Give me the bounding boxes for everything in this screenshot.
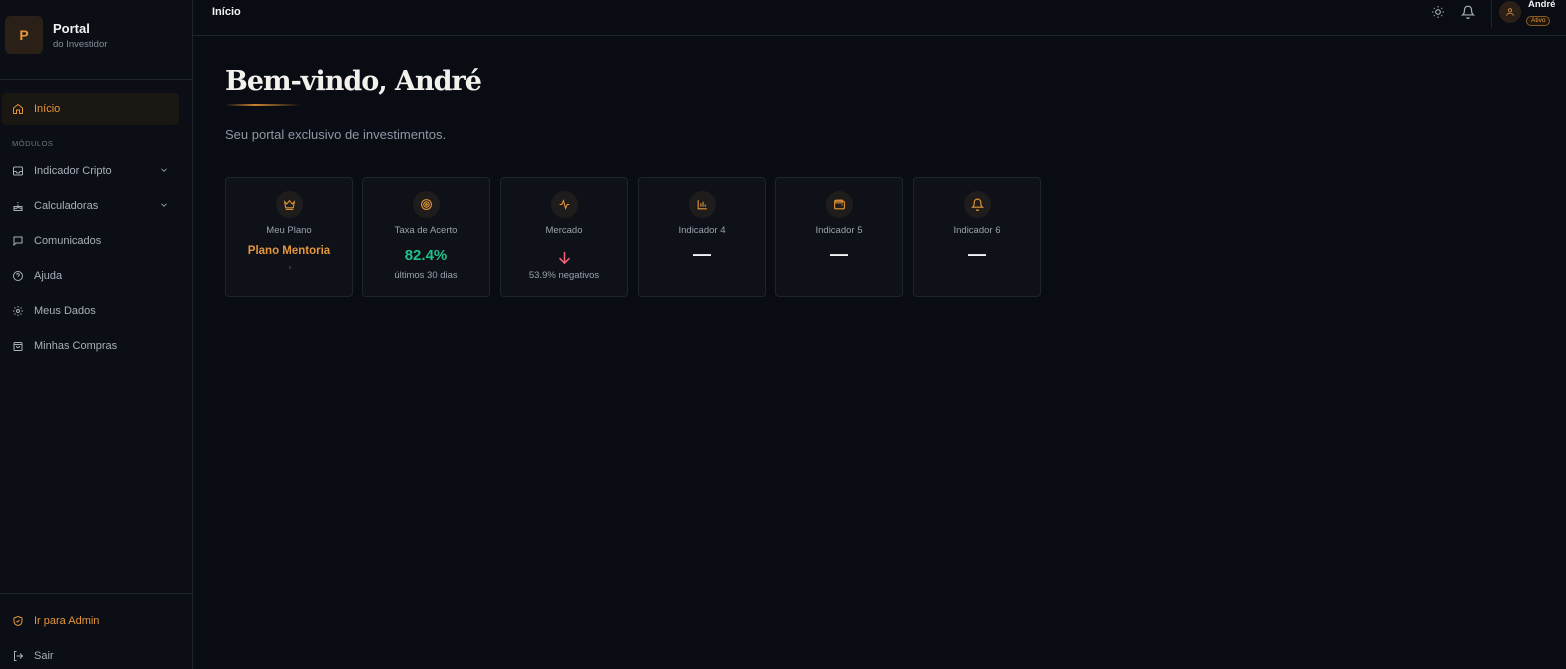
card-value: 82.4% [404, 247, 448, 264]
card-label: Mercado [545, 225, 583, 236]
sidebar-item-indicador-cripto[interactable]: Indicador Cripto [2, 155, 179, 187]
brand-title: Portal [53, 21, 90, 36]
card-subtext: 53.9% negativos [528, 270, 600, 281]
card-indicador-5[interactable]: Indicador 5 — [775, 177, 903, 297]
bar-chart-icon [689, 191, 716, 218]
sun-icon[interactable] [1431, 5, 1445, 19]
sidebar-item-comunicados[interactable]: Comunicados [2, 225, 179, 257]
home-icon [11, 102, 25, 116]
chevron-right-icon [288, 265, 292, 270]
topbar-divider [1491, 0, 1492, 28]
card-label: Taxa de Acerto [394, 225, 458, 236]
sidebar-item-calculadoras[interactable]: Calculadoras [2, 190, 179, 222]
sidebar-item-label: Início [34, 103, 61, 115]
card-mercado[interactable]: Mercado 53.9% negativos [500, 177, 628, 297]
card-taxa-de-acerto[interactable]: Taxa de Acerto 82.4% últimos 30 dias [362, 177, 490, 297]
shopping-bag-icon [11, 339, 25, 353]
logout-icon [11, 649, 25, 663]
chevron-down-icon[interactable] [159, 165, 169, 175]
sidebar-item-sair[interactable]: Sair [2, 640, 179, 669]
sidebar-item-label: Meus Dados [34, 305, 96, 317]
wallet-icon [826, 191, 853, 218]
chat-icon [11, 234, 25, 248]
sidebar-item-minhas-compras[interactable]: Minhas Compras [2, 330, 179, 362]
sidebar-item-label: Sair [34, 650, 54, 662]
sidebar-item-ajuda[interactable]: Ajuda [2, 260, 179, 292]
crown-icon [276, 191, 303, 218]
sidebar-item-label: Indicador Cripto [34, 165, 112, 177]
brand-logo: P [5, 16, 43, 54]
card-value: Plano Mentoria [247, 245, 331, 257]
card-label: Indicador 4 [678, 225, 726, 236]
card-value: — [968, 244, 986, 264]
sidebar-item-label: Calculadoras [34, 200, 99, 212]
sidebar-item-inicio[interactable]: Início [2, 93, 179, 125]
heading-underline [225, 104, 301, 106]
welcome-heading: Bem-vindo, André [225, 66, 482, 97]
status-badge: Ativo [1526, 16, 1551, 26]
sidebar-item-label: Minhas Compras [34, 340, 118, 352]
sidebar-item-label: Ir para Admin [34, 615, 100, 627]
card-label: Indicador 6 [953, 225, 1001, 236]
card-value: — [830, 244, 848, 264]
card-subtext: últimos 30 dias [394, 270, 458, 281]
sidebar: P Portal do Investidor Início MÓDULOS In… [0, 0, 193, 669]
brand-subtitle: do Investidor [53, 39, 108, 50]
arrow-down-icon [558, 251, 571, 265]
bell-icon [964, 191, 991, 218]
section-label-modulos: MÓDULOS [12, 139, 54, 148]
avatar[interactable] [1499, 1, 1521, 23]
sidebar-divider [0, 79, 192, 80]
card-indicador-6[interactable]: Indicador 6 — [913, 177, 1041, 297]
chevron-down-icon[interactable] [159, 200, 169, 210]
card-indicador-4[interactable]: Indicador 4 — [638, 177, 766, 297]
card-label: Indicador 5 [815, 225, 863, 236]
page-subtitle: Seu portal exclusivo de investimentos. [225, 127, 447, 142]
bell-icon[interactable] [1461, 5, 1475, 19]
sidebar-item-label: Comunicados [34, 235, 102, 247]
card-label: Meu Plano [266, 225, 312, 236]
sidebar-item-label: Ajuda [34, 270, 63, 282]
sidebar-item-meus-dados[interactable]: Meus Dados [2, 295, 179, 327]
user-icon [1506, 8, 1514, 16]
activity-icon [551, 191, 578, 218]
topbar: Início André Ativo [193, 0, 1566, 36]
user-name: André [1528, 0, 1556, 10]
card-value: — [693, 244, 711, 264]
target-icon [413, 191, 440, 218]
card-meu-plano[interactable]: Meu Plano Plano Mentoria [225, 177, 353, 297]
sidebar-item-ir-para-admin[interactable]: Ir para Admin [2, 605, 179, 637]
gear-icon [11, 304, 25, 318]
sidebar-divider [0, 593, 192, 594]
shield-icon [11, 614, 25, 628]
page-title: Início [212, 6, 241, 18]
inbox-icon [11, 164, 25, 178]
help-icon [11, 269, 25, 283]
cake-icon [11, 199, 25, 213]
brand[interactable]: P Portal do Investidor [5, 16, 107, 54]
